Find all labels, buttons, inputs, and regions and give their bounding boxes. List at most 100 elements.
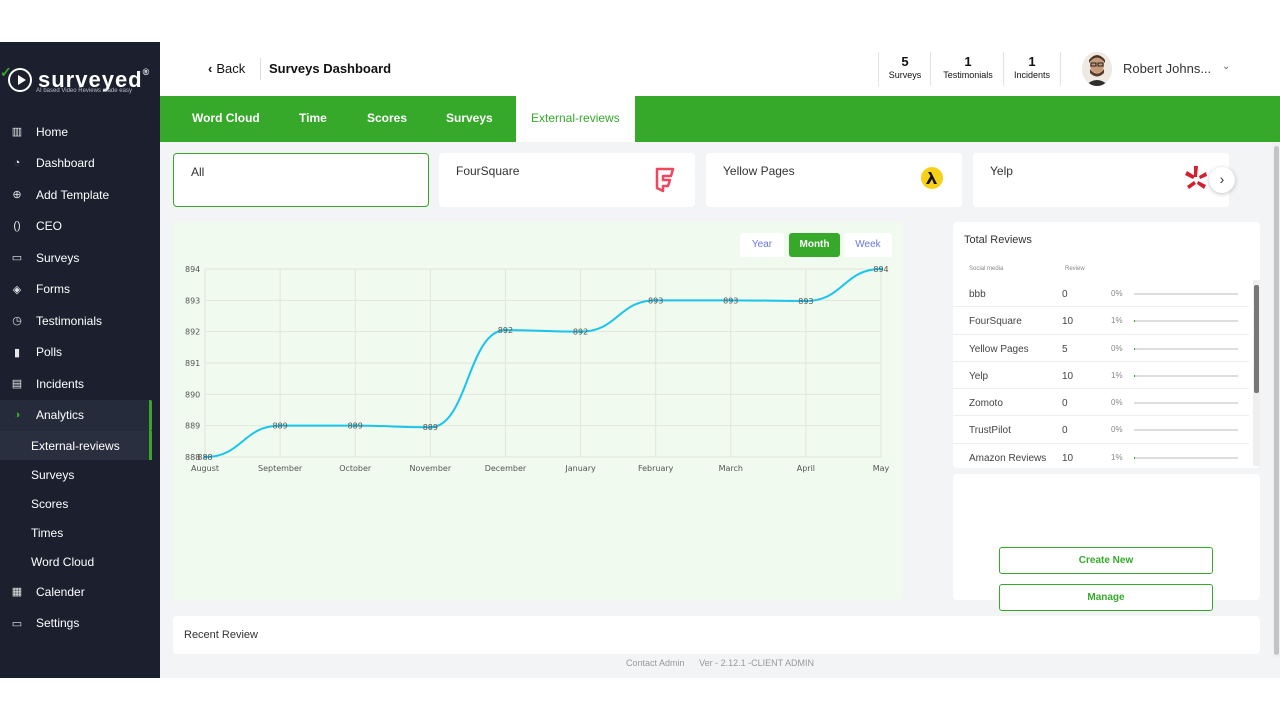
source-card-foursquare[interactable]: FourSquare <box>439 153 695 207</box>
data-label: 893 <box>723 296 738 305</box>
yelp-icon <box>1185 166 1207 189</box>
table-row[interactable]: Yelp 10 1% <box>953 362 1249 390</box>
shield-check-icon: ◈ <box>12 283 22 296</box>
x-tick-label: October <box>339 464 372 473</box>
scrollbar-thumb[interactable] <box>1274 146 1279 655</box>
source-card-yellow-pages[interactable]: Yellow Pages <box>706 153 962 207</box>
source-card-label: Yellow Pages <box>723 164 795 178</box>
total-reviews-panel: Total Reviews Social media Review bbb 0 0%… <box>953 222 1260 468</box>
row-progress-bar <box>1134 429 1238 432</box>
row-progress-bar <box>1134 320 1238 323</box>
source-card-label: All <box>191 165 205 179</box>
calendar-icon: ▦ <box>11 586 23 599</box>
back-label: Back <box>216 61 246 76</box>
stat-divider <box>1003 52 1004 86</box>
tab-word-cloud[interactable]: Word Cloud <box>192 96 260 142</box>
folder-icon: ▭ <box>11 252 23 265</box>
data-label: 889 <box>348 422 363 431</box>
sidebar-item-settings[interactable]: ▭ Settings <box>0 608 160 640</box>
chevron-down-icon[interactable]: ⌄ <box>1222 61 1230 72</box>
sidebar-item-polls[interactable]: ▮ Polls <box>0 337 160 369</box>
create-new-button[interactable]: Create New <box>999 547 1213 574</box>
back-button[interactable]: ‹ Back <box>208 61 245 76</box>
user-name[interactable]: Robert Johns... <box>1123 61 1211 76</box>
stat-surveys[interactable]: 5 Surveys <box>885 54 925 80</box>
sidebar-subitem-surveys[interactable]: Surveys <box>0 460 160 489</box>
stat-testimonials[interactable]: 1 Testimonials <box>937 54 999 80</box>
range-week-button[interactable]: Week <box>844 233 892 257</box>
row-social-media: TrustPilot <box>969 425 1011 437</box>
brand-tagline: AI based Video Reviews made easy <box>36 88 132 94</box>
sidebar-item-calender[interactable]: ▦ Calender <box>0 576 160 608</box>
sidebar-item-home[interactable]: ▥ Home <box>0 116 160 148</box>
x-tick-label: January <box>564 464 596 473</box>
sidebar-item-label: Calender <box>36 584 85 599</box>
row-progress-fill <box>1134 456 1136 459</box>
row-percent: 1% <box>1111 452 1123 462</box>
sidebar-item-forms[interactable]: ◈ Forms <box>0 274 160 306</box>
table-row[interactable]: Zomoto 0 0% <box>953 389 1249 417</box>
sidebar-item-dashboard[interactable]: ◔ Dashboard <box>0 148 160 180</box>
stat-label: Incidents <box>1013 70 1051 80</box>
x-tick-label: August <box>191 464 219 473</box>
range-month-button[interactable]: Month <box>789 233 840 257</box>
data-label: 889 <box>423 423 438 432</box>
sidebar-item-testimonials[interactable]: ◷ Testimonials <box>0 305 160 337</box>
source-card-all[interactable]: All <box>173 153 429 207</box>
stat-label: Testimonials <box>943 70 993 80</box>
sidebar-subitem-external-reviews[interactable]: External-reviews <box>0 431 152 460</box>
range-year-button[interactable]: Year <box>740 233 784 257</box>
sidebar-subitem-scores[interactable]: Scores <box>0 489 160 518</box>
stat-divider <box>930 52 931 86</box>
carousel-next-button[interactable]: › <box>1209 167 1235 193</box>
page-scrollbar[interactable] <box>1273 142 1280 658</box>
sidebar-subitem-word-cloud[interactable]: Word Cloud <box>0 547 160 576</box>
gauge-icon: ◔ <box>13 157 21 170</box>
stat-incidents[interactable]: 1 Incidents <box>1009 54 1055 80</box>
check-logo-icon: ✓ <box>0 64 12 80</box>
tab-scores[interactable]: Scores <box>367 96 407 142</box>
row-progress-bar <box>1134 347 1238 350</box>
sidebar-item-add-template[interactable]: ⊕ Add Template <box>0 179 160 211</box>
table-row[interactable]: Yellow Pages 5 0% <box>953 335 1249 362</box>
table-row[interactable]: FourSquare 10 1% <box>953 307 1249 335</box>
tab-time[interactable]: Time <box>299 96 327 142</box>
data-label: 888 <box>197 453 212 462</box>
row-percent: 0% <box>1111 425 1123 435</box>
chevron-left-icon: ‹ <box>208 61 213 76</box>
stat-value: 5 <box>901 54 909 69</box>
table-row[interactable]: bbb 0 0% <box>953 280 1249 308</box>
sidebar-subitem-times[interactable]: Times <box>0 518 160 547</box>
source-card-yelp[interactable]: Yelp <box>973 153 1229 207</box>
x-tick-label: December <box>485 464 527 473</box>
contact-admin-link[interactable]: Contact Admin <box>626 658 685 668</box>
id-card-icon: ▤ <box>11 378 23 391</box>
total-reviews-list[interactable]: bbb 0 0% FourSquare 10 1% Yellow Pages 5 0% Yelp 1… <box>953 280 1249 465</box>
x-tick-label: March <box>719 464 743 473</box>
source-card-label: Yelp <box>990 164 1013 178</box>
chevron-right-icon: › <box>1219 171 1225 187</box>
stat-label: Surveys <box>888 70 922 80</box>
manage-button[interactable]: Manage <box>999 584 1213 611</box>
sidebar-item-surveys[interactable]: ▭ Surveys <box>0 242 160 274</box>
scrollbar-thumb[interactable] <box>1254 285 1259 393</box>
avatar[interactable] <box>1082 52 1112 86</box>
tab-external-reviews[interactable]: External-reviews <box>516 96 635 142</box>
total-reviews-scrollbar[interactable] <box>1253 280 1260 466</box>
data-label: 892 <box>573 328 588 337</box>
table-row[interactable]: Amazon Reviews 10 1% <box>953 444 1249 465</box>
sidebar-item-ceo[interactable]: () CEO <box>0 211 160 243</box>
data-label: 893 <box>798 297 813 306</box>
clock-icon: ◷ <box>12 315 22 328</box>
tab-surveys[interactable]: Surveys <box>446 96 493 142</box>
sidebar-item-incidents[interactable]: ▤ Incidents <box>0 368 160 400</box>
row-percent: 0% <box>1111 289 1123 298</box>
y-tick-label: 890 <box>185 390 200 399</box>
brand-logo[interactable]: surveyed® <box>8 60 150 100</box>
sidebar-item-analytics[interactable]: ◑ Analytics <box>0 399 152 431</box>
y-tick-label: 891 <box>185 359 200 368</box>
row-percent: 1% <box>1111 316 1123 326</box>
top-header: ‹ Back Surveys Dashboard 5 Surveys 1 Testim… <box>160 42 1280 96</box>
stat-value: 1 <box>964 54 972 69</box>
table-row[interactable]: TrustPilot 0 0% <box>953 416 1249 444</box>
